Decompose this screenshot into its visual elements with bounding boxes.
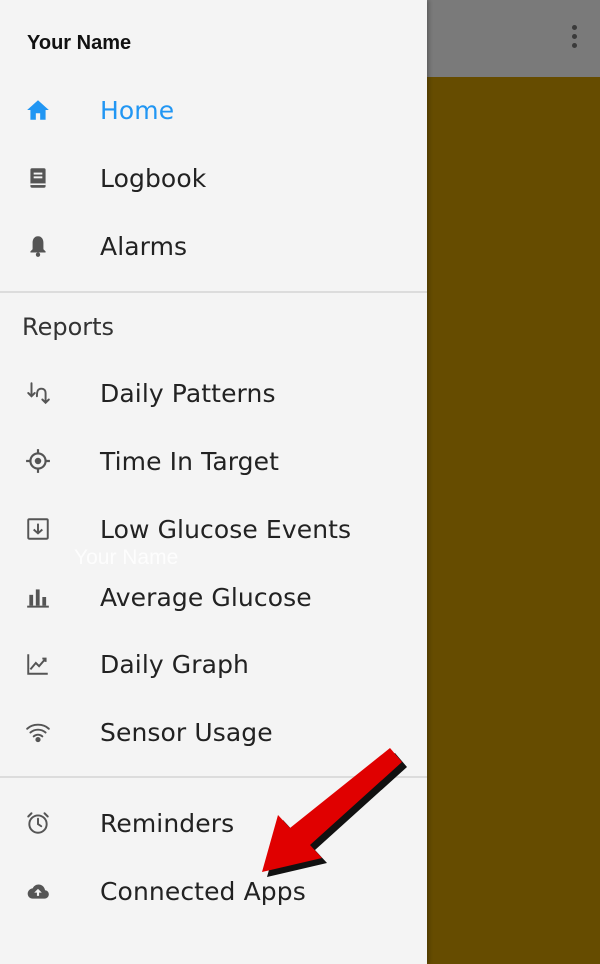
line-chart-icon	[24, 650, 52, 678]
wifi-icon	[24, 718, 52, 746]
overflow-menu-icon[interactable]	[572, 25, 578, 49]
section-title-reports: Reports	[22, 313, 115, 341]
nav-item-label: Reminders	[100, 808, 235, 838]
user-name: Your Name	[27, 32, 132, 54]
nav-item-label: Low Glucose Events	[100, 514, 352, 544]
app-bar	[427, 0, 600, 77]
nav-item-logbook[interactable]: Logbook	[0, 148, 427, 208]
nav-item-label: Average Glucose	[100, 582, 312, 612]
nav-item-label: Daily Patterns	[100, 378, 276, 408]
nav-item-low-glucose-events[interactable]: Low Glucose Events	[0, 499, 427, 559]
bell-icon	[24, 232, 52, 260]
nav-item-average-glucose[interactable]: Average Glucose	[0, 567, 427, 627]
nav-item-label: Logbook	[100, 163, 207, 193]
crosshair-icon	[24, 447, 52, 475]
home-icon	[24, 96, 52, 124]
bar-chart-icon	[24, 583, 52, 611]
nav-item-label: Time In Target	[100, 446, 280, 476]
daily-patterns-icon	[24, 379, 52, 407]
nav-item-home[interactable]: Home	[0, 80, 427, 140]
nav-item-alarms[interactable]: Alarms	[0, 216, 427, 276]
divider	[0, 291, 427, 293]
nav-item-daily-patterns[interactable]: Daily Patterns	[0, 363, 427, 423]
alarm-clock-icon	[24, 809, 52, 837]
book-icon	[24, 164, 52, 192]
download-box-icon	[24, 515, 52, 543]
nav-item-label: Sensor Usage	[100, 717, 273, 747]
nav-item-label: Alarms	[100, 231, 188, 261]
nav-item-label: Daily Graph	[100, 649, 249, 679]
watermark-text: Your Name	[74, 546, 179, 569]
drawer-scrim[interactable]	[427, 77, 600, 964]
cloud-upload-icon	[24, 877, 52, 905]
annotation-arrow-icon	[262, 748, 407, 877]
nav-item-daily-graph[interactable]: Daily Graph	[0, 634, 427, 694]
nav-item-label: Home	[100, 95, 175, 125]
nav-item-time-in-target[interactable]: Time In Target	[0, 431, 427, 491]
